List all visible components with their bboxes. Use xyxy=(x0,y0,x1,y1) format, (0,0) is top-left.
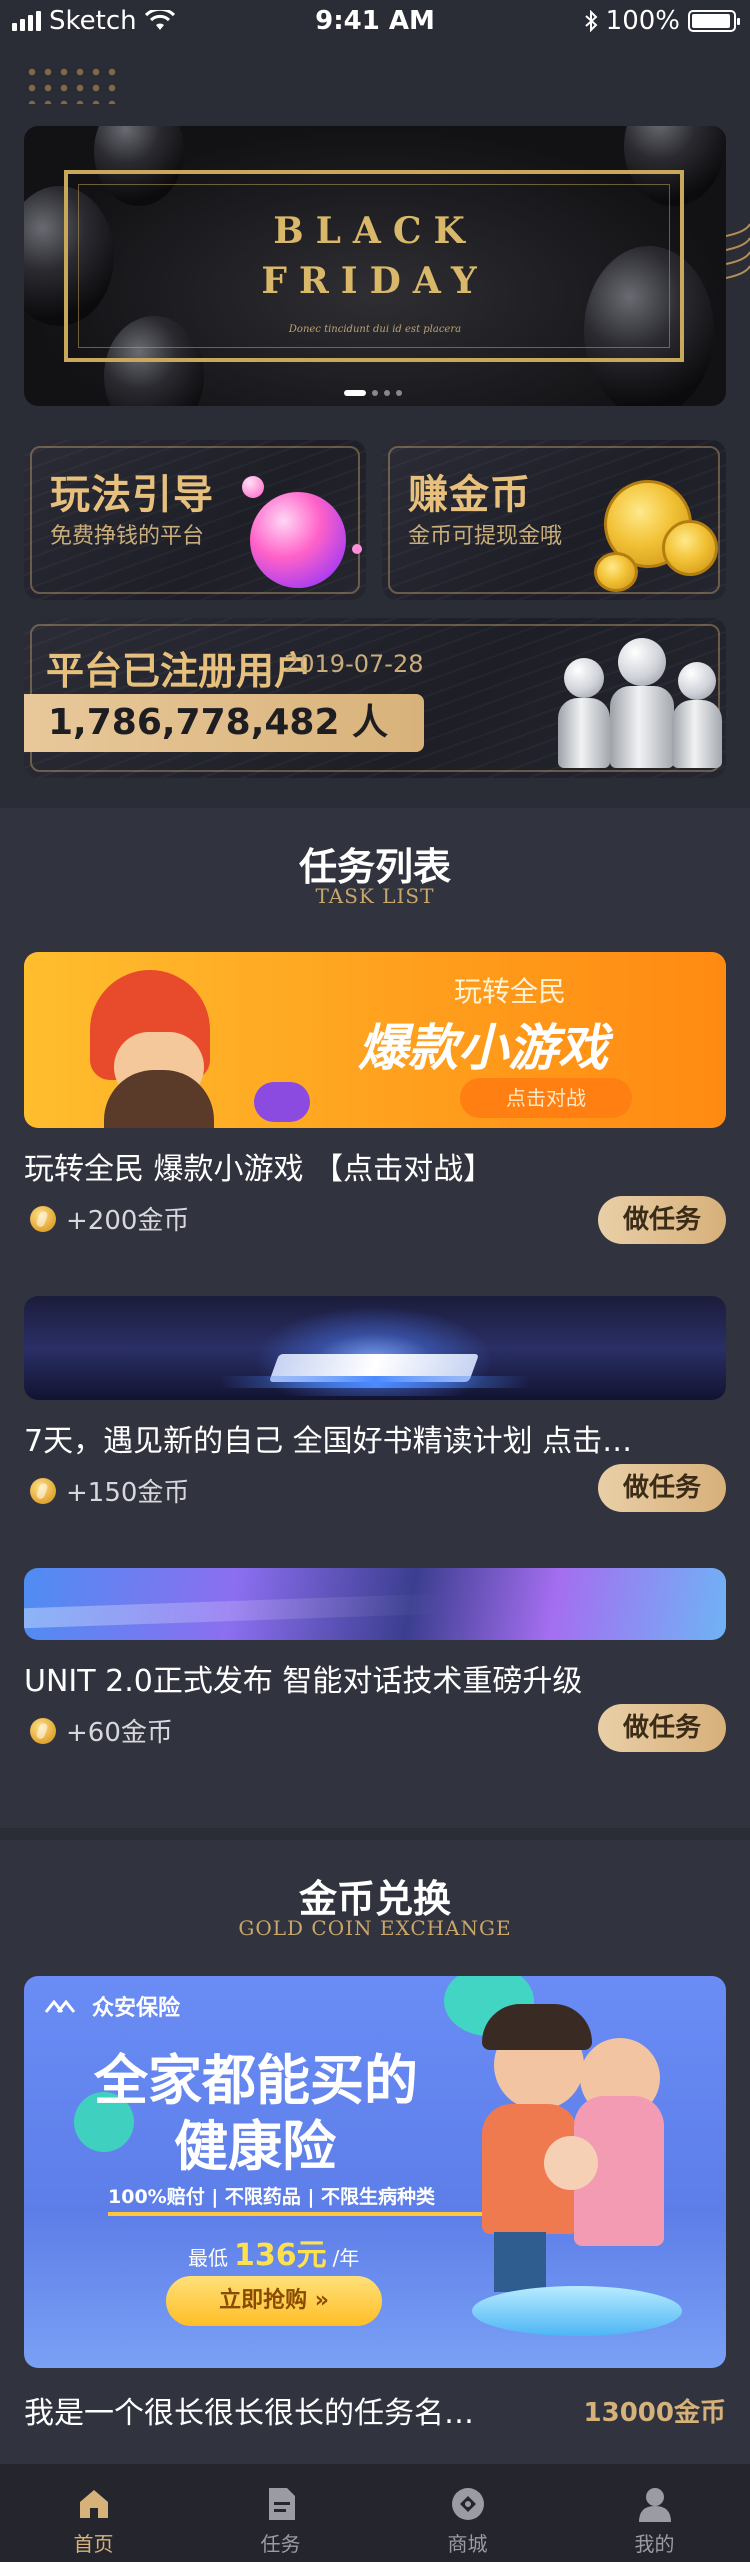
price-prefix: 最低 xyxy=(188,2246,228,2270)
insurance-features: 100%赔付 | 不限药品 | 不限生病种类 xyxy=(108,2182,488,2216)
exchange-banner-insurance[interactable]: 众安保险 全家都能买的 健康险 100%赔付 | 不限药品 | 不限生病种类 最… xyxy=(24,1976,726,2368)
do-task-button[interactable]: 做任务 xyxy=(598,1464,726,1512)
banner-line2: FRIDAY xyxy=(261,260,489,302)
dot-pattern-decoration xyxy=(24,64,116,104)
task-reward: +60金币 xyxy=(30,1712,173,1749)
task-reward: +150金币 xyxy=(30,1472,189,1509)
task-banner-headline: 爆款小游戏 xyxy=(358,1019,608,1077)
price-value: 136元 xyxy=(234,2238,327,2273)
coin-icon xyxy=(30,1717,56,1744)
user-figure-icon xyxy=(554,658,614,768)
black-friday-banner[interactable]: BLACK FRIDAY Donec tincidunt dui id est … xyxy=(24,126,726,406)
nav-label: 首页 xyxy=(73,2532,114,2556)
user-figure-icon xyxy=(668,662,726,768)
pink-sphere-icon xyxy=(250,492,346,588)
banner-line1: BLACK xyxy=(273,210,477,252)
earn-card-title: 赚金币 xyxy=(408,472,531,518)
guide-card-desc: 免费挣钱的平台 xyxy=(50,524,205,549)
mall-icon xyxy=(452,2488,484,2520)
father-hair xyxy=(482,2004,592,2050)
registered-users-count: 1,786,778,482 人 xyxy=(24,694,424,752)
small-sphere-icon xyxy=(352,544,362,554)
do-task-button[interactable]: 做任务 xyxy=(598,1196,726,1244)
task-banner-button[interactable]: 点击对战 xyxy=(460,1078,632,1118)
pager-dot[interactable] xyxy=(384,390,390,396)
status-bar: Sketch 9:41 AM 100% xyxy=(0,0,750,44)
nav-item-profile[interactable]: 我的 xyxy=(561,2464,748,2562)
nav-label: 我的 xyxy=(634,2532,675,2556)
nav-label: 任务 xyxy=(260,2532,301,2556)
book-platform xyxy=(220,1376,530,1388)
registered-users-date: 2019-07-28 xyxy=(284,650,424,678)
coin-icon xyxy=(30,1205,56,1232)
guide-card-title: 玩法引导 xyxy=(50,472,214,518)
battery-icon xyxy=(688,10,740,32)
gold-exchange-section: 金币兑换 GOLD COIN EXCHANGE 众安保险 全家都能买的 健康险 … xyxy=(0,1840,750,2464)
nav-item-mall[interactable]: 商城 xyxy=(374,2464,561,2562)
buy-now-button[interactable]: 立即抢购 » xyxy=(166,2276,382,2326)
task-list-title: 任务列表 xyxy=(298,845,451,889)
platform-decoration xyxy=(472,2286,682,2336)
task-banner-reading[interactable] xyxy=(24,1296,726,1400)
exchange-title: 金币兑换 xyxy=(298,1877,451,1921)
coin-icon xyxy=(30,1477,56,1504)
zhongan-logo-icon xyxy=(44,1999,76,2013)
purple-creature-icon xyxy=(254,1082,310,1122)
task-reward-amount: +60金币 xyxy=(66,1718,173,1748)
task-name: UNIT 2.0正式发布 智能对话技术重磅升级 xyxy=(24,1664,583,1699)
do-task-button[interactable]: 做任务 xyxy=(598,1704,726,1752)
task-reward-amount: +150金币 xyxy=(66,1478,190,1508)
nav-label: 商城 xyxy=(447,2532,488,2556)
task-name: 玩转全民 爆款小游戏 【点击对战】 xyxy=(24,1152,494,1187)
profile-icon xyxy=(639,2488,671,2522)
task-name: 7天，遇见新的自己 全国好书精读计划 点击… xyxy=(24,1424,633,1459)
task-icon xyxy=(269,2488,295,2520)
exchange-subtitle: GOLD COIN EXCHANGE xyxy=(238,1916,512,1940)
task-reward-amount: +200金币 xyxy=(66,1206,190,1236)
earn-card-desc: 金币可提现金哦 xyxy=(408,524,563,549)
banner-tagline: Donec tincidunt dui id est placera xyxy=(288,324,462,335)
registered-users-title: 平台已注册用户 xyxy=(46,649,313,693)
guide-card[interactable]: 玩法引导 免费挣钱的平台 xyxy=(24,440,366,600)
earn-coins-card[interactable]: 赚金币 金币可提现金哦 xyxy=(382,440,726,600)
task-list-subtitle: TASK LIST xyxy=(315,884,435,908)
father-legs xyxy=(494,2232,546,2292)
exchange-item-name: 我是一个很长很长很长的任务名… xyxy=(24,2396,474,2431)
exchange-item-cost: 13000金币 xyxy=(583,2398,726,2428)
nav-item-home[interactable]: 首页 xyxy=(0,2464,187,2562)
baby-face xyxy=(544,2136,598,2190)
home-icon xyxy=(80,2490,108,2518)
task-list-section: 任务列表 TASK LIST 玩转全民 爆款小游戏 点击对战 玩转全民 爆款小游… xyxy=(0,808,750,1828)
registered-users-card: 平台已注册用户 2019-07-28 1,786,778,482 人 xyxy=(24,618,726,778)
gold-coin-icon xyxy=(594,552,638,592)
pager-dot[interactable] xyxy=(396,390,402,396)
wave-decoration xyxy=(24,1583,726,1629)
decorative-lines xyxy=(726,223,750,279)
pager-dot[interactable] xyxy=(372,390,378,396)
insurance-headline2: 健康险 xyxy=(174,2115,336,2178)
task-reward: +200金币 xyxy=(30,1200,189,1237)
bottom-nav: 首页 任务 商城 我的 xyxy=(0,2464,750,2562)
battery-percent: 100% xyxy=(605,6,680,36)
brand-logo: 众安保险 xyxy=(44,1990,180,2022)
task-banner-mini-game[interactable]: 玩转全民 爆款小游戏 点击对战 xyxy=(24,952,726,1128)
insurance-price: 最低 136元 /年 xyxy=(188,2230,359,2274)
small-sphere-icon xyxy=(242,476,264,498)
price-suffix: /年 xyxy=(332,2246,360,2270)
task-banner-unit[interactable] xyxy=(24,1568,726,1640)
banner-pager[interactable] xyxy=(344,390,402,396)
brand-name: 众安保险 xyxy=(92,1996,181,2021)
nav-item-tasks[interactable]: 任务 xyxy=(187,2464,374,2562)
task-banner-text: 玩转全民 xyxy=(454,975,567,1008)
bluetooth-icon xyxy=(584,10,598,32)
gold-coin-icon xyxy=(662,520,718,576)
pager-dot-active[interactable] xyxy=(344,390,366,396)
